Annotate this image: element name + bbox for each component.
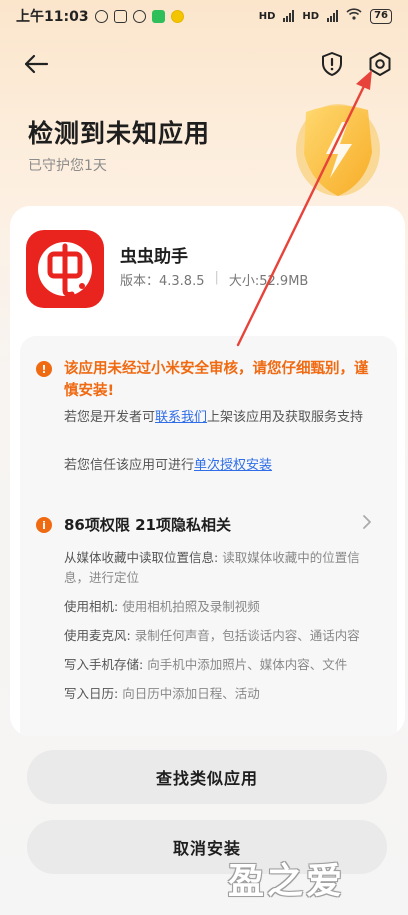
app-name: 虫虫助手 bbox=[120, 247, 188, 267]
status-time: 上午11:03 bbox=[16, 9, 89, 25]
list-item: 使用相机: 使用相机拍照及录制视频 bbox=[64, 599, 260, 614]
list-item: 写入手机存储: 向手机中添加照片、媒体内容、文件 bbox=[64, 657, 348, 672]
developer-contact-text: 若您是开发者可联系我们上架该应用及获取服务支持 bbox=[64, 410, 364, 425]
network-label-1: HD bbox=[258, 10, 276, 22]
app-size: 大小:52.9MB bbox=[228, 274, 309, 289]
app-icon bbox=[26, 230, 104, 308]
battery-icon: 76 bbox=[370, 8, 392, 24]
back-arrow-icon bbox=[24, 54, 49, 74]
app-meta: 版本：4.3.8.5 | 大小:52.9MB bbox=[120, 270, 308, 289]
shield-icon bbox=[322, 52, 342, 76]
risk-details-panel: ! 该应用未经过小米安全审核，请您仔细甄别，谨慎安装! 若您是开发者可联系我们上… bbox=[20, 336, 397, 736]
list-item: 使用麦克风: 录制任何声音，包括谈话内容、通话内容 bbox=[64, 628, 360, 643]
nfc-icon bbox=[113, 9, 127, 23]
contact-us-link[interactable]: 联系我们 bbox=[155, 410, 207, 425]
page-title: 检测到未知应用 bbox=[28, 119, 211, 148]
list-item: 从媒体收藏中读取位置信息: 读取媒体收藏中的位置信息，进行定位 bbox=[64, 550, 360, 585]
wechat-notification-icon bbox=[151, 9, 165, 23]
signal-icon-2 bbox=[327, 10, 339, 22]
back-button[interactable] bbox=[20, 48, 52, 80]
chongchong-logo-icon bbox=[38, 242, 92, 297]
alarm-icon bbox=[94, 9, 108, 23]
list-item: 写入日历: 向日历中添加日程、活动 bbox=[64, 686, 260, 701]
warning-icon: ! bbox=[36, 361, 52, 377]
network-label-2: HD bbox=[302, 10, 320, 22]
wifi-icon bbox=[346, 8, 362, 24]
app-info-card: 虫虫助手 版本：4.3.8.5 | 大小:52.9MB ! 该应用未经过小米安全… bbox=[10, 206, 405, 736]
qq-notification-icon bbox=[132, 9, 146, 23]
app-notification-icon bbox=[170, 9, 184, 23]
permission-warning-icon: i bbox=[36, 517, 52, 533]
protection-days-text: 已守护您1天 bbox=[28, 158, 107, 174]
watermark-text: 盈之爱 bbox=[228, 861, 346, 902]
meta-divider: | bbox=[214, 270, 219, 285]
security-shield-button[interactable] bbox=[316, 48, 348, 80]
lightning-shield-illustration bbox=[296, 104, 380, 196]
signal-icon-1 bbox=[283, 10, 295, 22]
settings-button[interactable] bbox=[364, 48, 396, 80]
trust-install-text: 若您信任该应用可进行单次授权安装 bbox=[64, 458, 273, 473]
app-version: 版本：4.3.8.5 bbox=[120, 274, 205, 289]
gear-icon bbox=[369, 52, 391, 76]
permissions-summary-button[interactable]: 86项权限 21项隐私相关 bbox=[64, 514, 231, 535]
status-bar: 上午11:03 HD HD 76 bbox=[0, 0, 408, 32]
chevron-right-icon[interactable] bbox=[360, 514, 374, 530]
top-bar bbox=[0, 44, 408, 84]
permission-list: 从媒体收藏中读取位置信息: 读取媒体收藏中的位置信息，进行定位 使用相机: 使用… bbox=[64, 548, 379, 713]
find-similar-apps-button[interactable]: 查找类似应用 bbox=[27, 750, 387, 804]
status-bar-left: 上午11:03 bbox=[16, 6, 184, 26]
status-bar-right: HD HD 76 bbox=[259, 8, 392, 24]
warning-title: 该应用未经过小米安全审核，请您仔细甄别，谨慎安装! bbox=[64, 361, 369, 399]
single-authorization-install-link[interactable]: 单次授权安装 bbox=[194, 458, 272, 473]
